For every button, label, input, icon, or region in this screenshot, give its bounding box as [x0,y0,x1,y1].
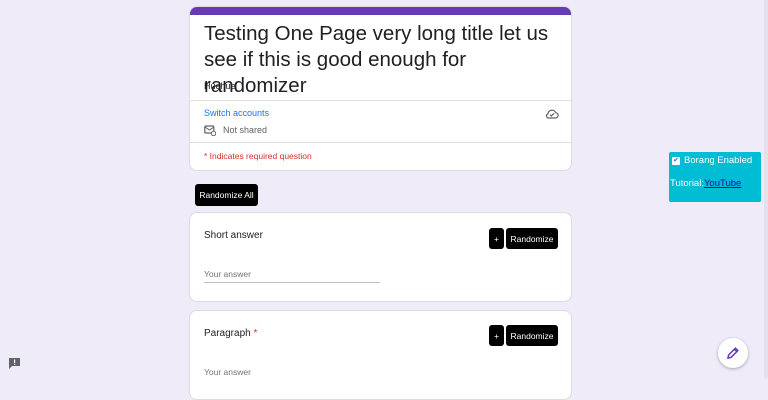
required-asterisk: * [253,328,258,339]
add-button[interactable]: + [489,228,504,249]
pencil-icon [727,347,739,359]
form-description: Huehue [204,81,236,91]
tutorial-label: Tutorial: [670,178,704,189]
question-card-paragraph: Paragraph * + Randomize Your answer [189,310,572,400]
header-accent-bar [190,7,571,15]
add-button[interactable]: + [489,325,504,346]
answer-input[interactable]: Your answer [204,367,251,377]
divider [190,100,571,101]
randomize-all-button[interactable]: Randomize All [195,184,258,206]
answer-input[interactable]: Your answer [204,269,251,279]
mail-icon [204,125,216,136]
question-card-short-answer: Short answer + Randomize Your answer [189,212,572,302]
sharing-status: Not shared [223,125,268,135]
edit-button[interactable] [718,338,748,368]
borang-extension-panel: ✔ Borang Enabled Tutorial:YouTube [669,152,761,202]
youtube-link[interactable]: YouTube [704,178,741,189]
randomize-button[interactable]: Randomize [506,325,558,346]
form-header-card: Testing One Page very long title let us … [189,6,572,171]
answer-underline [204,282,380,283]
form-title: Testing One Page very long title let us … [204,22,549,97]
question-title-text: Paragraph [204,328,251,339]
feedback-icon[interactable] [8,357,21,370]
cloud-icon[interactable] [544,107,560,121]
borang-enabled-label: Borang Enabled [684,155,753,166]
borang-enabled-toggle[interactable]: ✔ Borang Enabled [672,155,752,166]
scrollbar[interactable] [764,0,768,378]
checkbox-icon[interactable]: ✔ [672,156,680,165]
question-title: Paragraph * [204,328,257,339]
required-note: * Indicates required question [204,151,312,161]
tutorial-row: Tutorial:YouTube [670,178,741,189]
switch-accounts-link[interactable]: Switch accounts [204,108,269,118]
divider [190,142,571,143]
randomize-button[interactable]: Randomize [506,228,558,249]
question-title: Short answer [204,230,263,241]
